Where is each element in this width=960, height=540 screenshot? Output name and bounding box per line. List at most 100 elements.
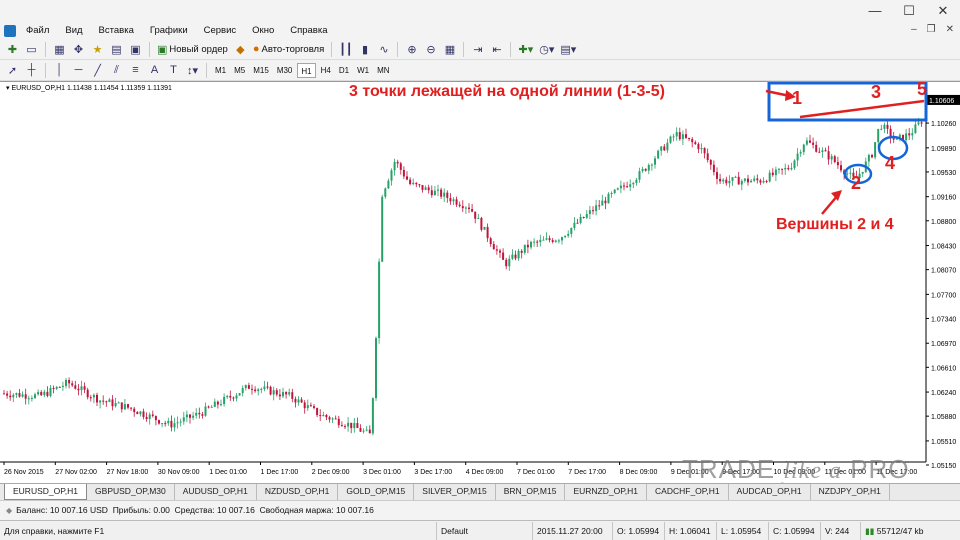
candle-body bbox=[198, 412, 201, 415]
timeframe-w1[interactable]: W1 bbox=[354, 63, 372, 78]
chart-menu-icon[interactable]: ▾ bbox=[6, 85, 10, 92]
candle-body bbox=[477, 217, 480, 219]
bar-chart-icon[interactable]: ┃┃ bbox=[337, 41, 354, 58]
arrows-icon[interactable]: ↕▾ bbox=[184, 62, 201, 79]
profiles-icon[interactable]: ▭ bbox=[23, 41, 40, 58]
candle-body bbox=[526, 244, 529, 248]
child-close-button[interactable]: ✕ bbox=[946, 24, 954, 35]
maximize-button[interactable]: ☐ bbox=[892, 0, 926, 22]
menu-file[interactable]: Файл bbox=[18, 25, 57, 36]
crosshair-icon[interactable]: ┼ bbox=[23, 62, 40, 79]
balance-text: Баланс: 10 007.16 USD bbox=[16, 505, 108, 515]
timeframe-mn[interactable]: MN bbox=[374, 63, 392, 78]
candle-body bbox=[27, 398, 30, 400]
data-window-icon[interactable]: ✥ bbox=[70, 41, 87, 58]
tab-silver[interactable]: SILVER_OP,M15 bbox=[414, 484, 496, 500]
terminal-icon[interactable]: ▤ bbox=[108, 41, 125, 58]
candle-body bbox=[793, 160, 796, 168]
candle-body bbox=[753, 178, 756, 181]
candlestick-icon[interactable]: ▮ bbox=[356, 41, 373, 58]
line-chart-icon[interactable]: ∿ bbox=[375, 41, 392, 58]
fibonacci-icon[interactable]: ≡ bbox=[127, 62, 144, 79]
navigator-icon[interactable]: ★ bbox=[89, 41, 106, 58]
tab-brn[interactable]: BRN_OP,M15 bbox=[496, 484, 566, 500]
auto-scroll-icon[interactable]: ⇥ bbox=[469, 41, 486, 58]
menu-tools[interactable]: Сервис bbox=[196, 25, 245, 36]
child-window-controls: – ❐ ✕ bbox=[911, 24, 954, 35]
time-tick-label: 8 Dec 09:00 bbox=[620, 469, 658, 476]
tab-cadchf[interactable]: CADCHF_OP,H1 bbox=[647, 484, 729, 500]
child-restore-button[interactable]: ❐ bbox=[927, 24, 936, 35]
menu-charts[interactable]: Графики bbox=[142, 25, 196, 36]
menu-window[interactable]: Окно bbox=[244, 25, 282, 36]
timeframe-m5[interactable]: M5 bbox=[231, 63, 248, 78]
timeframe-m30[interactable]: M30 bbox=[274, 63, 296, 78]
zoom-in-icon[interactable]: ⊕ bbox=[403, 41, 420, 58]
new-order-button[interactable]: ▣ Новый ордер bbox=[155, 41, 230, 58]
status-profile: Default bbox=[436, 521, 532, 540]
zoom-out-icon[interactable]: ⊖ bbox=[422, 41, 439, 58]
candle-body bbox=[623, 185, 625, 187]
menu-view[interactable]: Вид bbox=[57, 25, 90, 36]
label-icon[interactable]: T bbox=[165, 62, 182, 79]
text-icon[interactable]: A bbox=[146, 62, 163, 79]
time-tick-label: 27 Nov 18:00 bbox=[107, 469, 149, 476]
candle-body bbox=[350, 422, 353, 429]
indicators-icon[interactable]: ✚▾ bbox=[516, 41, 535, 58]
chart-window[interactable]: 1.106201.102601.098901.095301.091601.088… bbox=[0, 81, 960, 483]
annotation-title: 3 точки лежащей на одной линии (1-3-5) bbox=[349, 83, 665, 100]
trendline-icon[interactable]: ╱ bbox=[89, 62, 106, 79]
tab-gbpusd[interactable]: GBPUSD_OP,M30 bbox=[87, 484, 175, 500]
tab-nzdusd[interactable]: NZDUSD_OP,H1 bbox=[257, 484, 339, 500]
price-chart[interactable]: 1.106201.102601.098901.095301.091601.088… bbox=[0, 82, 960, 484]
timeframe-h1[interactable]: H1 bbox=[297, 62, 316, 78]
candle-body bbox=[96, 394, 98, 403]
candle-body bbox=[474, 211, 477, 219]
candle-body bbox=[765, 181, 768, 183]
candle-body bbox=[384, 188, 387, 197]
candle-body bbox=[102, 400, 105, 402]
templates-icon[interactable]: ▤▾ bbox=[558, 41, 578, 58]
candle-body bbox=[579, 216, 582, 223]
candle-body bbox=[564, 235, 567, 238]
tab-eurusd[interactable]: EURUSD_OP,H1 bbox=[4, 484, 88, 500]
close-button[interactable]: ✕ bbox=[926, 0, 960, 22]
chart-shift-icon[interactable]: ⇤ bbox=[488, 41, 505, 58]
tile-windows-icon[interactable]: ▦ bbox=[441, 41, 458, 58]
menu-insert[interactable]: Вставка bbox=[91, 25, 142, 36]
periods-icon[interactable]: ◷▾ bbox=[537, 41, 556, 58]
autotrading-button[interactable]: ● Авто-торговля bbox=[251, 41, 326, 58]
candle-body bbox=[573, 222, 576, 228]
candle-body bbox=[607, 193, 610, 204]
equidistant-channel-icon[interactable]: ⫽ bbox=[108, 62, 125, 79]
tab-eurnzd[interactable]: EURNZD_OP,H1 bbox=[565, 484, 648, 500]
strategy-tester-icon[interactable]: ▣ bbox=[127, 41, 144, 58]
candle-body bbox=[635, 179, 638, 183]
market-watch-icon[interactable]: ▦ bbox=[51, 41, 68, 58]
timeframe-m1[interactable]: M1 bbox=[212, 63, 229, 78]
candle-body bbox=[37, 392, 40, 395]
candle-body bbox=[288, 392, 291, 395]
app-icon[interactable] bbox=[4, 24, 16, 37]
vertical-line-icon[interactable]: │ bbox=[51, 62, 68, 79]
cursor-icon[interactable]: ➚ bbox=[4, 62, 21, 79]
timeframe-m15[interactable]: M15 bbox=[250, 63, 272, 78]
tab-gold[interactable]: GOLD_OP,M15 bbox=[338, 484, 415, 500]
child-minimize-button[interactable]: – bbox=[911, 24, 917, 35]
candle-body bbox=[654, 158, 656, 165]
menu-bar: Файл Вид Вставка Графики Сервис Окно Спр… bbox=[0, 22, 960, 39]
tab-nzdjpy[interactable]: NZDJPY_OP,H1 bbox=[811, 484, 890, 500]
candle-body bbox=[486, 226, 489, 239]
new-chart-icon[interactable]: ✚ bbox=[4, 41, 21, 58]
candle-body bbox=[306, 405, 309, 409]
timeframe-d1[interactable]: D1 bbox=[336, 63, 352, 78]
price-tick-label: 1.09160 bbox=[931, 195, 956, 202]
tab-audusd[interactable]: AUDUSD_OP,H1 bbox=[175, 484, 257, 500]
timeframe-h4[interactable]: H4 bbox=[318, 63, 334, 78]
candle-body bbox=[282, 391, 284, 397]
minimize-button[interactable]: — bbox=[858, 0, 892, 22]
menu-help[interactable]: Справка bbox=[282, 25, 335, 36]
metaeditor-icon[interactable]: ◆ bbox=[232, 41, 249, 58]
tab-audcad[interactable]: AUDCAD_OP,H1 bbox=[729, 484, 811, 500]
horizontal-line-icon[interactable]: ─ bbox=[70, 62, 87, 79]
